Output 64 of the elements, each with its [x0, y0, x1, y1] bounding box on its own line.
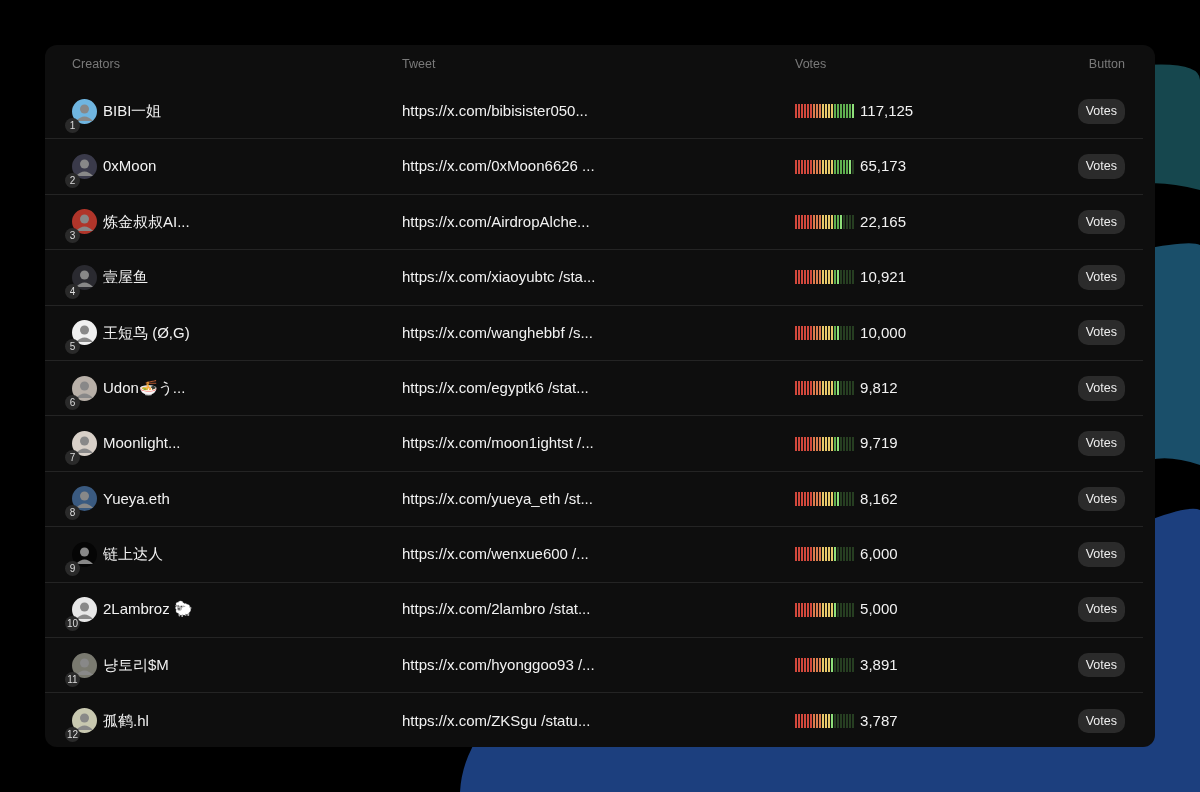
vote-count: 5,000 — [860, 599, 898, 620]
creator-name: 壹屋鱼 — [103, 267, 148, 288]
creator-name: 王短鸟 (Ø,G) — [103, 322, 190, 343]
creator-name: BIBI一姐 — [103, 100, 162, 121]
votes-button[interactable]: Votes — [1077, 652, 1125, 678]
votes-button[interactable]: Votes — [1077, 541, 1125, 567]
rank-badge: 2 — [65, 173, 80, 189]
tweet-link[interactable]: https://x.com/wenxue600 /... — [402, 543, 795, 566]
column-header: Tweet — [402, 56, 437, 74]
vote-count: 10,921 — [860, 267, 906, 288]
rank-badge: 6 — [65, 394, 80, 410]
column-header: Button — [1088, 56, 1125, 74]
rank-badge: 4 — [65, 283, 80, 299]
creator-name: Yueya.eth — [103, 488, 170, 509]
votes-button[interactable]: Votes — [1077, 98, 1125, 124]
vote-count: 65,173 — [860, 156, 906, 177]
tweet-link[interactable]: https://x.com/0xMoon6626 ... — [402, 155, 795, 178]
creator-name: 0xMoon — [103, 156, 157, 177]
creator-name: 炼金叔叔AI... — [103, 211, 190, 232]
rank-badge: 11 — [65, 671, 80, 687]
vote-count: 9,812 — [860, 377, 898, 398]
vote-count: 117,125 — [860, 100, 914, 121]
tweet-link[interactable]: https://x.com/AirdropAlche... — [402, 210, 795, 234]
votes-button[interactable]: Votes — [1077, 597, 1125, 623]
tweet-link[interactable]: https://x.com/egyptk6 /stat... — [402, 376, 795, 400]
rank-badge: 3 — [65, 228, 80, 244]
rank-badge: 12 — [65, 727, 81, 743]
tweet-link[interactable]: https://x.com/wanghebbf /s... — [402, 321, 795, 344]
tweet-link[interactable]: https://x.com/hyonggoo93 /... — [402, 653, 795, 677]
votes-button[interactable]: Votes — [1077, 265, 1125, 290]
votes-button[interactable]: Votes — [1077, 375, 1125, 401]
vote-count: 6,000 — [860, 544, 898, 565]
tweet-link[interactable]: https://x.com/2lambro /stat... — [402, 598, 795, 621]
vote-count: 10,000 — [860, 322, 906, 343]
votes-button[interactable]: Votes — [1077, 431, 1125, 456]
vote-count: 3,787 — [860, 710, 898, 731]
votes-button[interactable]: Votes — [1077, 320, 1125, 346]
creator-name: 链上达人 — [103, 544, 163, 565]
votes-button[interactable]: Votes — [1077, 708, 1125, 734]
creator-name: 2Lambroz 🐑 — [103, 599, 193, 620]
creator-name: 냥토리$M — [103, 654, 169, 675]
tweet-link[interactable]: https://x.com/xiaoyubtc /sta... — [402, 266, 795, 289]
tweet-link[interactable]: https://x.com/moon1ightst /... — [402, 432, 795, 455]
votes-button[interactable]: Votes — [1077, 154, 1125, 179]
vote-count: 3,891 — [860, 654, 898, 675]
creator-name: 孤鹤.hl — [103, 710, 149, 731]
rank-badge: 5 — [65, 339, 80, 355]
rank-badge: 1 — [65, 117, 80, 133]
votes-button[interactable]: Votes — [1077, 486, 1125, 512]
tweet-link[interactable]: https://x.com/ZKSgu /statu... — [402, 709, 795, 733]
creator-name: Udon🍜う... — [103, 377, 186, 398]
rank-badge: 7 — [65, 450, 80, 466]
column-header: Creators — [72, 56, 121, 74]
tweet-link[interactable]: https://x.com/yueya_eth /st... — [402, 487, 795, 511]
column-header: Votes — [795, 56, 828, 74]
votes-button[interactable]: Votes — [1077, 209, 1125, 235]
creator-name: Moonlight... — [103, 433, 181, 454]
tweet-link[interactable]: https://x.com/bibisister050... — [402, 99, 795, 123]
rank-badge: 10 — [65, 616, 81, 632]
vote-count: 8,162 — [860, 488, 898, 509]
vote-count: 22,165 — [860, 211, 906, 232]
rank-badge: 8 — [65, 505, 80, 521]
rank-badge: 9 — [65, 560, 80, 576]
vote-count: 9,719 — [860, 433, 898, 454]
